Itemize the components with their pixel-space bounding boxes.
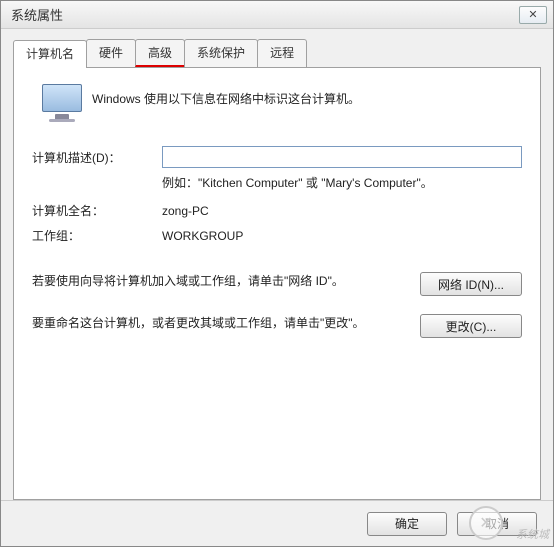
- system-properties-window: 系统属性 ✕ 计算机名 硬件 高级 系统保护 远程 Windows 使用以下信息…: [0, 0, 554, 547]
- workgroup-label: 工作组：: [32, 227, 162, 244]
- network-id-row: 若要使用向导将计算机加入域或工作组，请单击"网络 ID"。 网络 ID(N)..…: [32, 272, 522, 296]
- tab-remote[interactable]: 远程: [257, 39, 307, 67]
- network-id-text: 若要使用向导将计算机加入域或工作组，请单击"网络 ID"。: [32, 272, 420, 291]
- window-title: 系统属性: [7, 5, 519, 24]
- intro-row: Windows 使用以下信息在网络中标识这台计算机。: [32, 84, 522, 122]
- change-button[interactable]: 更改(C)...: [420, 314, 522, 338]
- network-id-button[interactable]: 网络 ID(N)...: [420, 272, 522, 296]
- cancel-button[interactable]: 取消: [457, 512, 537, 536]
- description-example: 例如："Kitchen Computer" 或 "Mary's Computer…: [162, 174, 522, 192]
- close-button[interactable]: ✕: [519, 6, 547, 24]
- workgroup-value: WORKGROUP: [162, 229, 522, 243]
- tab-hardware[interactable]: 硬件: [86, 39, 136, 67]
- fullname-value: zong-PC: [162, 204, 522, 218]
- fullname-row: 计算机全名： zong-PC: [32, 202, 522, 219]
- tab-panel-computer-name: Windows 使用以下信息在网络中标识这台计算机。 计算机描述(D)： 例如：…: [13, 67, 541, 500]
- description-input[interactable]: [162, 146, 522, 168]
- tab-computer-name[interactable]: 计算机名: [13, 40, 87, 68]
- fullname-label: 计算机全名：: [32, 202, 162, 219]
- description-label: 计算机描述(D)：: [32, 149, 162, 166]
- tab-advanced[interactable]: 高级: [135, 39, 185, 67]
- ok-button[interactable]: 确定: [367, 512, 447, 536]
- content-area: 计算机名 硬件 高级 系统保护 远程 Windows 使用以下信息在网络中标识这…: [1, 29, 553, 500]
- workgroup-row: 工作组： WORKGROUP: [32, 227, 522, 244]
- description-row: 计算机描述(D)：: [32, 146, 522, 168]
- titlebar: 系统属性 ✕: [1, 1, 553, 29]
- computer-icon: [32, 84, 92, 122]
- tab-strip: 计算机名 硬件 高级 系统保护 远程: [13, 39, 541, 67]
- change-row: 要重命名这台计算机，或者更改其域或工作组，请单击"更改"。 更改(C)...: [32, 314, 522, 338]
- change-text: 要重命名这台计算机，或者更改其域或工作组，请单击"更改"。: [32, 314, 420, 333]
- intro-text: Windows 使用以下信息在网络中标识这台计算机。: [92, 84, 522, 107]
- dialog-footer: 确定 取消 ✕ 系统城: [1, 500, 553, 546]
- tab-system-protection[interactable]: 系统保护: [184, 39, 258, 67]
